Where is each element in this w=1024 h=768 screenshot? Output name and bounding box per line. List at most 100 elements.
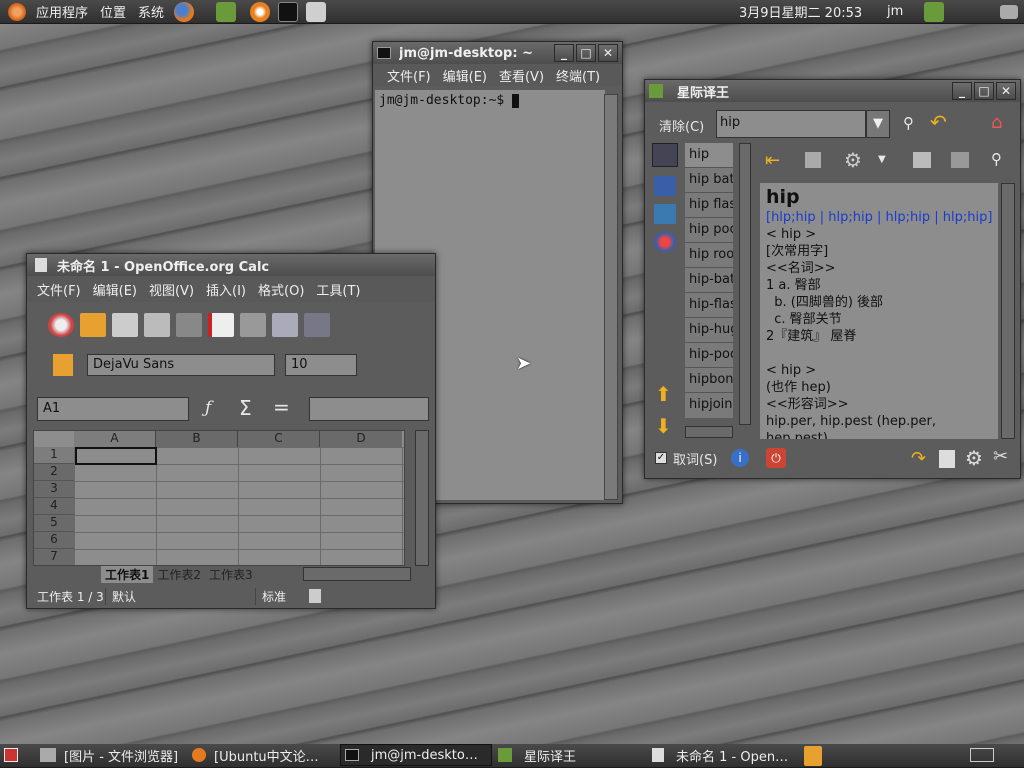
calc-titlebar[interactable]: 未命名 1 - OpenOffice.org Calc — [27, 254, 435, 276]
clock[interactable]: 3月9日星期二 20:53 — [733, 2, 868, 21]
list-item[interactable]: hip-flas — [685, 293, 733, 318]
clear-button[interactable]: 清除(C) — [659, 116, 704, 135]
sheet-tab-3[interactable]: 工作表3 — [205, 566, 257, 583]
down-arrow-icon[interactable]: ⬇ — [655, 414, 672, 438]
maximize-button[interactable]: □ — [974, 82, 994, 100]
definition-pane[interactable]: hip [hlp;hip | hlp;hip | hlp;hip | hlp;h… — [760, 183, 998, 439]
save-icon[interactable] — [112, 313, 138, 337]
blender-icon[interactable] — [250, 1, 271, 22]
taskbar-item[interactable]: [Ubuntu中文论… — [188, 744, 336, 766]
row-header[interactable]: 5 — [34, 515, 74, 532]
list-item[interactable]: hip-bat — [685, 268, 733, 293]
preferences-icon[interactable]: ⚙ — [965, 446, 983, 470]
font-name-box[interactable]: DejaVu Sans — [87, 354, 275, 376]
menu-terminal[interactable]: 终端(T) — [550, 66, 606, 85]
quit-icon[interactable]: ⏻ — [766, 448, 786, 468]
font-size-box[interactable]: 10 — [285, 354, 357, 376]
menu-edit[interactable]: 编辑(E) — [437, 66, 493, 85]
taskbar-item[interactable]: jm@jm-deskto… — [340, 744, 492, 766]
open-icon[interactable] — [80, 313, 106, 337]
search-input[interactable]: hip — [716, 110, 866, 138]
active-cell[interactable] — [75, 447, 157, 465]
terminal-titlebar[interactable]: jm@jm-desktop: ~ _ □ ✕ — [373, 42, 622, 64]
firefox-icon[interactable] — [174, 1, 195, 22]
info-icon[interactable]: i — [731, 449, 749, 467]
styles-icon[interactable] — [53, 354, 73, 376]
sheet-tab-2[interactable]: 工作表2 — [153, 566, 205, 583]
system-menu[interactable]: 系统 — [132, 2, 170, 21]
menu-edit[interactable]: 编辑(E) — [87, 280, 143, 299]
spellcheck-icon[interactable] — [304, 313, 330, 337]
search-icon[interactable]: ⚲ — [903, 114, 914, 132]
name-box[interactable]: A1 — [37, 397, 189, 421]
print-preview-icon[interactable] — [272, 313, 298, 337]
stardict-tray-icon[interactable] — [924, 1, 944, 22]
menu-file[interactable]: 文件(F) — [31, 280, 87, 299]
list-item[interactable]: hip poc — [685, 218, 733, 243]
show-desktop-icon[interactable] — [4, 748, 18, 762]
network-icon[interactable] — [1000, 4, 1018, 19]
close-button[interactable]: ✕ — [996, 82, 1016, 100]
column-header[interactable]: A — [74, 431, 156, 447]
word-list-scrollbar[interactable] — [739, 143, 751, 425]
ubuntu-logo-icon[interactable] — [8, 2, 26, 21]
prev-icon[interactable]: ⇤ — [765, 150, 780, 171]
row-header[interactable]: 4 — [34, 498, 74, 515]
row-header[interactable]: 3 — [34, 481, 74, 498]
trash-icon[interactable] — [804, 746, 822, 766]
taskbar-item[interactable]: [图片 - 文件浏览器] — [36, 744, 186, 766]
list-item[interactable]: hipjoin — [685, 393, 733, 418]
column-header[interactable]: B — [156, 431, 238, 447]
print-icon[interactable] — [240, 313, 266, 337]
menu-insert[interactable]: 插入(I) — [200, 280, 252, 299]
stardict-titlebar[interactable]: 星际译王 _ □ ✕ — [645, 80, 1020, 102]
scan-label[interactable]: 取词(S) — [673, 449, 717, 468]
list-item[interactable]: hipbon — [685, 368, 733, 393]
menu-view[interactable]: 查看(V) — [493, 66, 550, 85]
row-header[interactable]: 1 — [34, 447, 74, 464]
dict-manage-icon[interactable] — [939, 450, 955, 468]
list-item[interactable]: hip roo — [685, 243, 733, 268]
find-icon[interactable]: ⚲ — [991, 150, 1002, 168]
menu-format[interactable]: 格式(O) — [252, 280, 310, 299]
scan-checkbox[interactable]: ✓ — [655, 452, 667, 464]
places-menu[interactable]: 位置 — [94, 2, 132, 21]
word-list-icon[interactable] — [654, 176, 676, 196]
formula-icon[interactable]: = — [273, 395, 290, 419]
new-doc-icon[interactable] — [48, 313, 74, 337]
column-header[interactable]: D — [320, 431, 402, 447]
screenshot-icon[interactable] — [306, 1, 327, 22]
sheet-tab-1[interactable]: 工作表1 — [101, 565, 154, 583]
row-header[interactable]: 6 — [34, 532, 74, 549]
spreadsheet-grid[interactable]: A B C D 1 2 3 4 5 6 7 — [33, 430, 405, 566]
menu-tools[interactable]: 工具(T) — [310, 280, 366, 299]
minimize-button[interactable]: _ — [952, 82, 972, 100]
sum-icon[interactable]: Σ — [239, 396, 252, 420]
back-icon[interactable]: ↶ — [930, 110, 947, 134]
definition-scrollbar[interactable] — [1001, 183, 1015, 439]
minimize-button[interactable]: _ — [554, 44, 574, 62]
stardict-launcher-icon[interactable] — [216, 1, 237, 22]
pdf-icon[interactable] — [208, 313, 234, 337]
list-item[interactable]: hip-poo — [685, 343, 733, 368]
applications-menu[interactable]: 应用程序 — [30, 2, 94, 21]
user-menu[interactable]: jm — [881, 4, 909, 19]
print-icon[interactable] — [951, 152, 969, 168]
chevron-down-icon[interactable]: ▼ — [878, 154, 886, 165]
taskbar-item[interactable]: 星际译王 — [494, 744, 642, 766]
list-item[interactable]: hip flas — [685, 193, 733, 218]
gear-icon[interactable]: ⚙ — [844, 148, 862, 172]
workspace-switcher[interactable] — [970, 748, 994, 762]
function-wizard-icon[interactable]: ƒ — [205, 398, 211, 418]
tree-dict-icon[interactable] — [654, 204, 676, 224]
list-item[interactable]: hip — [685, 143, 733, 168]
up-arrow-icon[interactable]: ⬆ — [655, 382, 672, 406]
list-item[interactable]: hip-hug — [685, 318, 733, 343]
formula-input[interactable] — [309, 397, 429, 421]
maximize-button[interactable]: □ — [576, 44, 596, 62]
email-icon[interactable] — [144, 313, 170, 337]
row-header[interactable]: 7 — [34, 549, 74, 565]
menu-view[interactable]: 视图(V) — [143, 280, 200, 299]
next-word-icon[interactable]: ↷ — [911, 448, 926, 469]
row-header[interactable]: 2 — [34, 464, 74, 481]
